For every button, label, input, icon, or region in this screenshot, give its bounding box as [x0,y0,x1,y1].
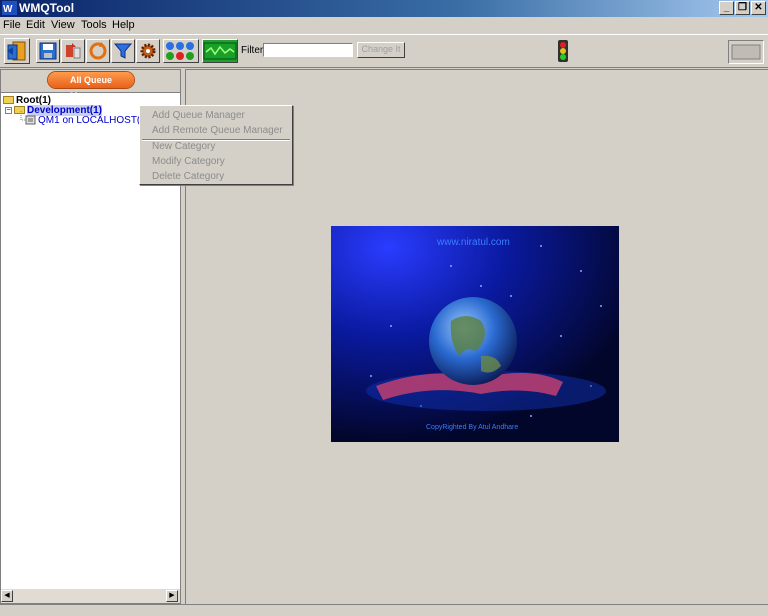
menu-bar: File Edit View Tools Help [0,17,768,33]
change-it-button[interactable]: Change It [357,42,405,58]
scroll-right-icon[interactable]: ▶ [166,590,178,602]
save-button[interactable] [36,39,60,63]
menu-new-category[interactable]: New Category [152,141,215,153]
toolbar: Filter: Change It [0,34,768,68]
menu-modify-category[interactable]: Modify Category [152,156,225,168]
menu-view[interactable]: View [51,18,75,32]
window-title: WMQTool [19,1,75,15]
exit-button[interactable] [4,38,30,64]
import-button[interactable] [61,39,85,63]
monitor-button[interactable] [202,39,238,63]
refresh-button[interactable] [86,39,110,63]
status-bar [0,604,768,616]
folder-open-icon [3,96,14,105]
splash-globe-graphic [331,226,619,442]
close-button[interactable]: ✕ [751,1,766,15]
tree-panel-header: All Queue Managers [1,70,180,101]
settings-gear-icon [140,43,156,59]
traffic-light-icon [558,40,568,62]
menu-edit[interactable]: Edit [26,18,45,32]
menu-help[interactable]: Help [112,18,135,32]
restore-button[interactable]: ❐ [735,1,750,15]
minimize-button[interactable]: _ [719,1,734,15]
tree-node-qm1[interactable]: QM1 on LOCALHOST(1) [25,115,149,126]
tree-node-label: QM1 on LOCALHOST(1) [38,115,150,126]
tree-context-menu: Add Queue Manager Add Remote Queue Manag… [139,105,293,185]
display-panel-button[interactable] [728,40,764,64]
menu-add-queue-manager[interactable]: Add Queue Manager [152,110,245,122]
app-icon: W [2,1,17,15]
filter-input[interactable] [263,43,353,57]
scroll-left-icon[interactable]: ◀ [1,590,13,602]
menu-add-remote-queue-manager[interactable]: Add Remote Queue Manager [152,125,283,137]
filter-funnel-icon [113,43,133,59]
filter-button[interactable] [111,39,135,63]
import-icon [66,43,81,59]
save-icon [39,42,57,60]
splash-copyright-text: CopyRighted By Atul Andhare [426,424,519,431]
all-queue-managers-button[interactable]: All Queue Managers [48,72,134,101]
refresh-icon [89,42,107,60]
title-bar: W WMQTool _ ❐ ✕ [0,0,768,17]
status-circles-icon [166,42,194,60]
menu-file[interactable]: File [3,18,21,32]
svg-text:W: W [3,4,13,15]
menu-tools[interactable]: Tools [81,18,107,32]
menu-delete-category[interactable]: Delete Category [152,171,224,183]
status-button[interactable] [163,39,199,63]
tree-connector-lines [20,111,26,121]
splash-url-text: www.niratul.com [437,237,510,248]
display-panel-icon [731,44,761,60]
horizontal-scrollbar[interactable]: ◀ ▶ [1,588,180,603]
monitor-wave-icon [203,42,237,60]
settings-button[interactable] [136,39,160,63]
exit-door-icon [7,41,26,61]
splash-image: www.niratul.com CopyRighted By Atul Andh… [331,226,619,442]
